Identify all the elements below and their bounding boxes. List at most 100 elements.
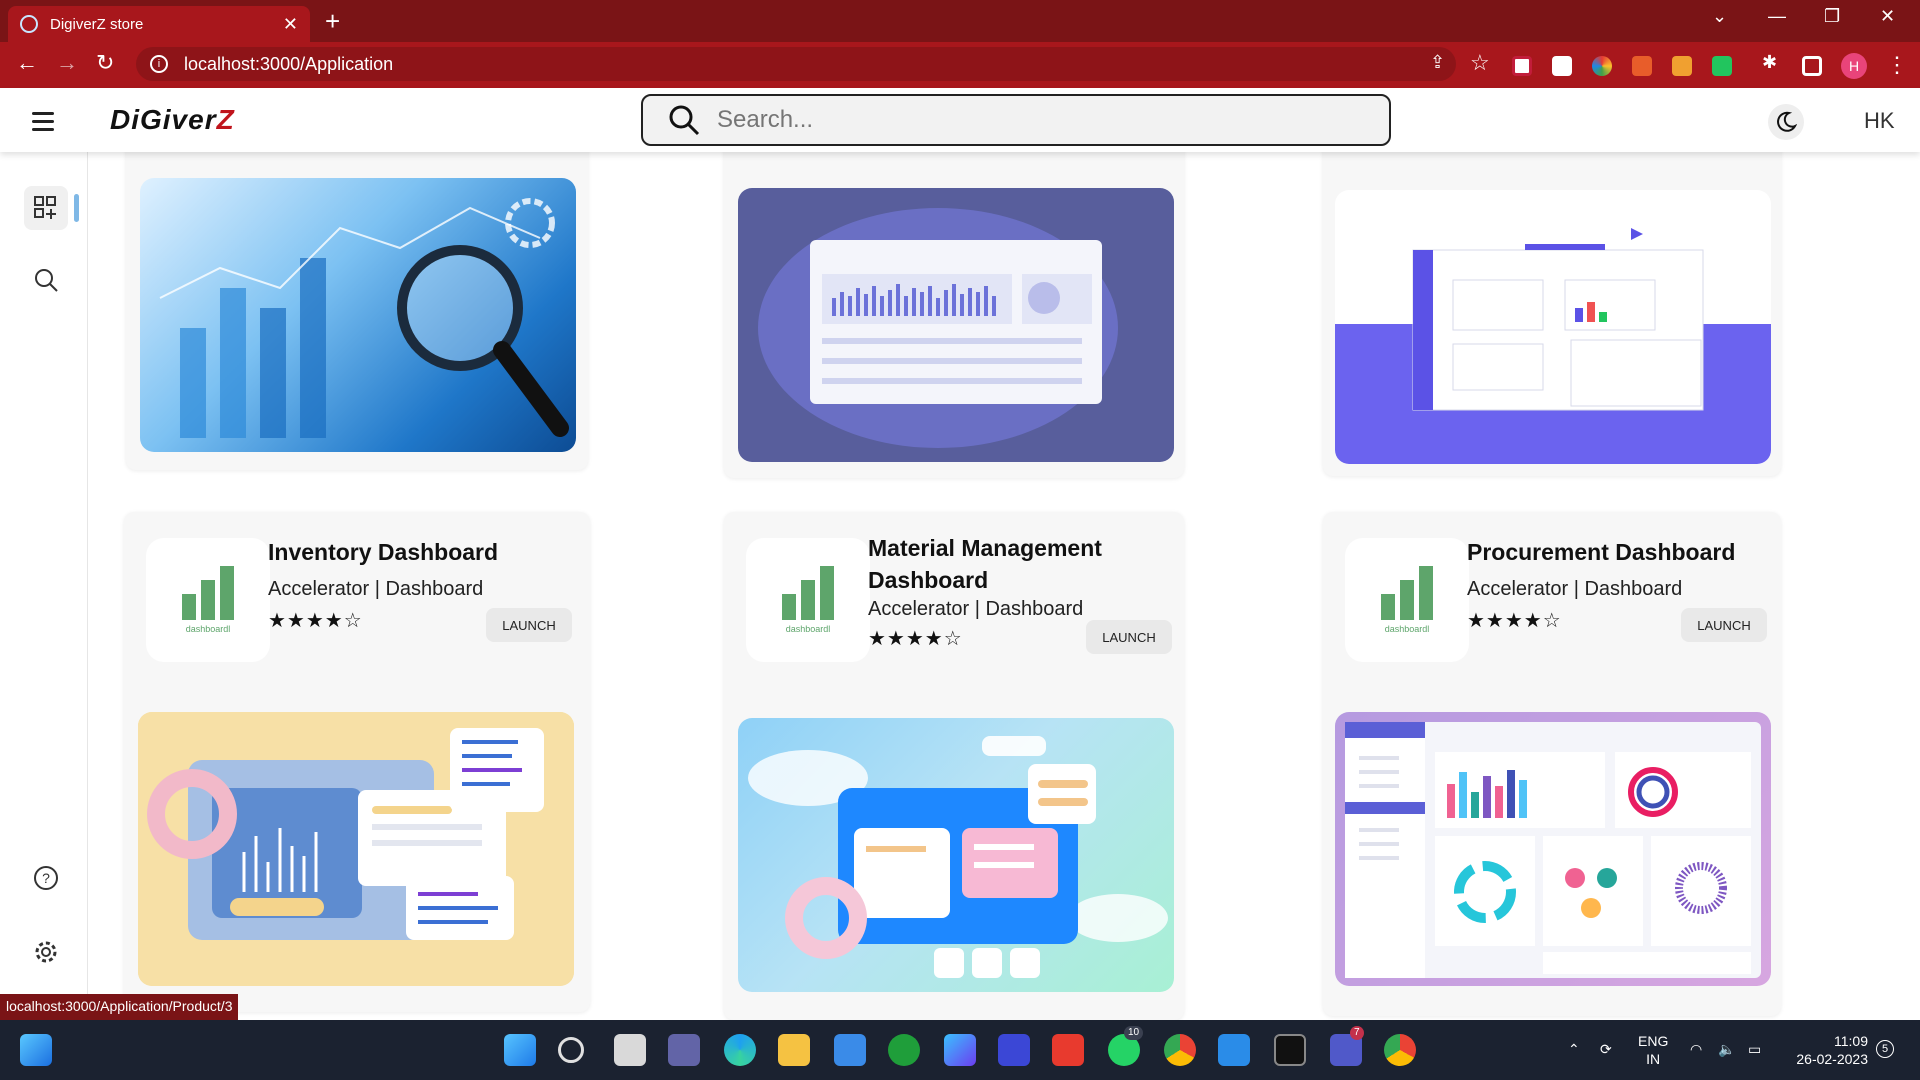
volume-icon[interactable]: 🔈 (1718, 1040, 1735, 1058)
site-info-icon[interactable]: i (150, 55, 168, 73)
windows-taskbar: 10 7 ⌃ ⟳ ENG IN ◠ 🔈 ▭ 11:09 26-02-2023 5 (0, 1020, 1920, 1080)
brand-logo[interactable]: DiGiverZ (110, 104, 235, 136)
launch-button[interactable]: LAUNCH (1086, 620, 1172, 654)
lang-line-2: IN (1646, 1051, 1661, 1067)
browser-tab[interactable]: DigiverZ store ✕ (8, 6, 310, 42)
metamask-extension-icon[interactable] (1672, 56, 1692, 76)
search-taskbar-icon[interactable] (558, 1037, 584, 1063)
side-panel-icon[interactable] (1802, 56, 1822, 76)
browser-menu-icon[interactable]: ⋮ (1886, 52, 1908, 78)
lang-line-1: ENG (1638, 1033, 1669, 1049)
power-automate-icon[interactable] (944, 1034, 976, 1066)
notification-count[interactable]: 5 (1876, 1040, 1894, 1058)
launch-button[interactable]: LAUNCH (1681, 608, 1767, 642)
clock-date: 26-02-2023 (1796, 1051, 1868, 1067)
minimize-icon[interactable]: — (1768, 6, 1786, 27)
edge-browser-icon[interactable] (724, 1034, 756, 1066)
restore-icon[interactable]: ❐ (1824, 6, 1840, 27)
close-window-icon[interactable]: ✕ (1880, 6, 1895, 27)
rating-stars: ★★★★☆ (868, 628, 963, 650)
xbox-icon[interactable] (888, 1034, 920, 1066)
help-icon[interactable]: ? (24, 856, 68, 900)
task-view-icon[interactable] (614, 1034, 646, 1066)
forward-icon[interactable]: → (56, 50, 78, 76)
extension-b-icon[interactable] (1552, 56, 1572, 76)
file-explorer-icon[interactable] (778, 1034, 810, 1066)
battery-icon[interactable]: ▭ (1748, 1040, 1761, 1058)
extensions-puzzle-icon[interactable]: ✱ (1762, 52, 1777, 73)
product-title: Material Management Dashboard (868, 535, 1102, 593)
tab-close-icon[interactable]: ✕ (283, 14, 298, 35)
extension-green-icon[interactable] (1712, 56, 1732, 76)
product-card-material-management[interactable]: dashboardl Material Management Dashboard… (724, 512, 1184, 1020)
clock[interactable]: 11:09 26-02-2023 (1778, 1032, 1868, 1068)
workflow-diagram-image (1335, 190, 1771, 464)
extension-red-icon[interactable] (1632, 56, 1652, 76)
logo-main: DiGiver (110, 104, 217, 135)
procurement-dashboard-image (1335, 712, 1771, 986)
launch-button[interactable]: LAUNCH (486, 608, 572, 642)
browser-tab-strip: DigiverZ store ✕ + ⌄ — ❐ ✕ (0, 0, 1920, 42)
terminal-icon[interactable] (1274, 1034, 1306, 1066)
vscode-icon[interactable] (1218, 1034, 1250, 1066)
widgets-icon[interactable] (20, 1034, 52, 1066)
start-windows-icon[interactable] (504, 1034, 536, 1066)
back-icon[interactable]: ← (16, 50, 38, 76)
dashboard-logo-icon: dashboardl (146, 538, 270, 662)
teams-chat-icon[interactable] (668, 1034, 700, 1066)
product-title: Procurement Dashboard (1467, 539, 1736, 565)
tray-overflow-icon[interactable]: ⌃ (1568, 1040, 1580, 1058)
link-status-bar: localhost:3000/Application/Product/3 (0, 994, 239, 1020)
product-card-top-3[interactable] (1323, 152, 1781, 476)
whatsapp-badge: 10 (1124, 1026, 1144, 1040)
wifi-icon[interactable]: ◠ (1690, 1040, 1702, 1058)
product-card-top-1[interactable] (126, 152, 588, 470)
browser-profile-avatar[interactable]: H (1841, 53, 1867, 79)
sync-icon[interactable]: ⟳ (1600, 1040, 1612, 1058)
sidebar: ? (0, 152, 88, 1020)
product-subtitle: Accelerator | Dashboard (268, 578, 484, 600)
search-input[interactable] (717, 106, 1357, 134)
product-card-top-2[interactable] (724, 152, 1184, 478)
dark-mode-toggle-icon[interactable] (1768, 104, 1804, 140)
settings-gear-icon[interactable] (24, 930, 68, 974)
chrome-profile-icon[interactable] (1384, 1034, 1416, 1066)
product-card-procurement[interactable]: dashboardl Procurement Dashboard Acceler… (1323, 512, 1781, 1016)
hamburger-menu-icon[interactable] (32, 112, 54, 136)
logo-caption: dashboardl (785, 624, 831, 634)
product-subtitle: Accelerator | Dashboard (868, 598, 1084, 620)
applications-grid-icon[interactable] (24, 186, 68, 230)
clock-time: 11:09 (1834, 1033, 1868, 1049)
pocket-extension-icon[interactable] (1512, 56, 1532, 76)
share-icon[interactable]: ⇪ (1430, 52, 1445, 73)
logo-accent: Z (216, 104, 235, 135)
color-extension-icon[interactable] (1592, 56, 1612, 76)
bookmark-star-icon[interactable]: ☆ (1470, 50, 1490, 76)
product-grid: dashboardl Inventory Dashboard Accelerat… (88, 152, 1920, 1020)
product-card-inventory[interactable]: dashboardl Inventory Dashboard Accelerat… (124, 512, 590, 1012)
tab-title: DigiverZ store (50, 15, 144, 33)
svg-text:?: ? (42, 870, 50, 886)
wps-office-icon[interactable] (1052, 1034, 1084, 1066)
product-subtitle: Accelerator | Dashboard (1467, 578, 1683, 600)
purple-dashboard-image (738, 188, 1174, 462)
new-tab-button[interactable]: + (325, 6, 340, 36)
inventory-illustration-image (138, 712, 574, 986)
product-title: Inventory Dashboard (268, 539, 499, 565)
search-box[interactable] (641, 94, 1391, 146)
language-indicator[interactable]: ENG IN (1638, 1032, 1668, 1068)
matlab-icon[interactable] (998, 1034, 1030, 1066)
mail-icon[interactable] (834, 1034, 866, 1066)
user-initials[interactable]: HK (1864, 108, 1895, 134)
address-bar[interactable]: i localhost:3000/Application (136, 47, 1456, 81)
sidebar-search-icon[interactable] (24, 258, 68, 302)
search-icon (669, 105, 700, 136)
logo-caption: dashboardl (1384, 624, 1430, 634)
tab-search-icon[interactable]: ⌄ (1712, 6, 1727, 27)
rating-stars: ★★★★☆ (268, 610, 363, 632)
logo-caption: dashboardl (185, 624, 231, 634)
material-illustration-image (738, 718, 1174, 992)
chrome-icon[interactable] (1164, 1034, 1196, 1066)
dashboard-logo-icon: dashboardl (746, 538, 870, 662)
reload-icon[interactable]: ↻ (96, 50, 114, 76)
